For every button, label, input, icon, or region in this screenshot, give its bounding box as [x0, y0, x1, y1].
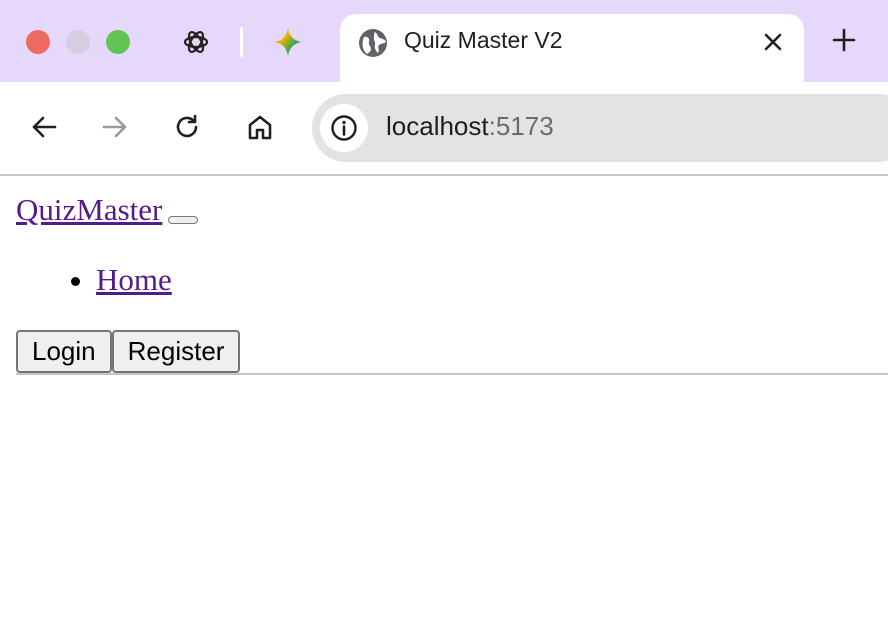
auth-buttons: Login Register	[16, 330, 241, 373]
window-minimize-button[interactable]	[66, 30, 90, 54]
page-content: QuizMaster Home Login Register	[0, 176, 888, 634]
forward-button[interactable]	[98, 110, 132, 144]
address-bar[interactable]: localhost:5173	[312, 94, 888, 162]
browser-toolbar: localhost:5173	[0, 82, 888, 176]
window-close-button[interactable]	[26, 30, 50, 54]
tab-separator	[240, 27, 243, 57]
navbar-toggler-button[interactable]	[168, 216, 198, 224]
register-button[interactable]: Register	[111, 330, 241, 373]
nav-list: Home	[0, 262, 172, 298]
url-text: localhost:5173	[386, 111, 554, 142]
login-button[interactable]: Login	[16, 330, 112, 373]
home-button[interactable]	[243, 110, 277, 144]
home-icon	[248, 115, 272, 140]
url-host: localhost	[386, 111, 489, 141]
site-info-button[interactable]	[320, 104, 368, 152]
pinned-tab-chatgpt[interactable]	[180, 26, 212, 58]
close-icon	[764, 33, 782, 51]
window-maximize-button[interactable]	[106, 30, 130, 54]
arrow-right-icon	[102, 116, 127, 138]
gemini-icon	[274, 28, 302, 56]
pinned-tab-gemini[interactable]	[272, 26, 304, 58]
reload-icon	[176, 114, 198, 138]
globe-icon	[359, 29, 387, 57]
home-link[interactable]: Home	[96, 262, 172, 297]
tab-close-button[interactable]	[760, 29, 786, 55]
brand-link[interactable]: QuizMaster	[16, 192, 162, 228]
new-tab-button[interactable]	[828, 24, 860, 56]
nav-item-home: Home	[96, 262, 172, 298]
tab-strip: Quiz Master V2	[0, 0, 888, 82]
openai-icon	[183, 31, 209, 53]
info-icon	[331, 115, 357, 141]
tab-title: Quiz Master V2	[404, 27, 563, 53]
back-button[interactable]	[27, 110, 61, 144]
active-tab[interactable]: Quiz Master V2	[340, 14, 804, 82]
url-port: :5173	[488, 111, 554, 141]
reload-button[interactable]	[170, 110, 204, 144]
arrow-left-icon	[32, 116, 57, 138]
divider	[16, 373, 888, 375]
plus-icon	[832, 28, 856, 52]
